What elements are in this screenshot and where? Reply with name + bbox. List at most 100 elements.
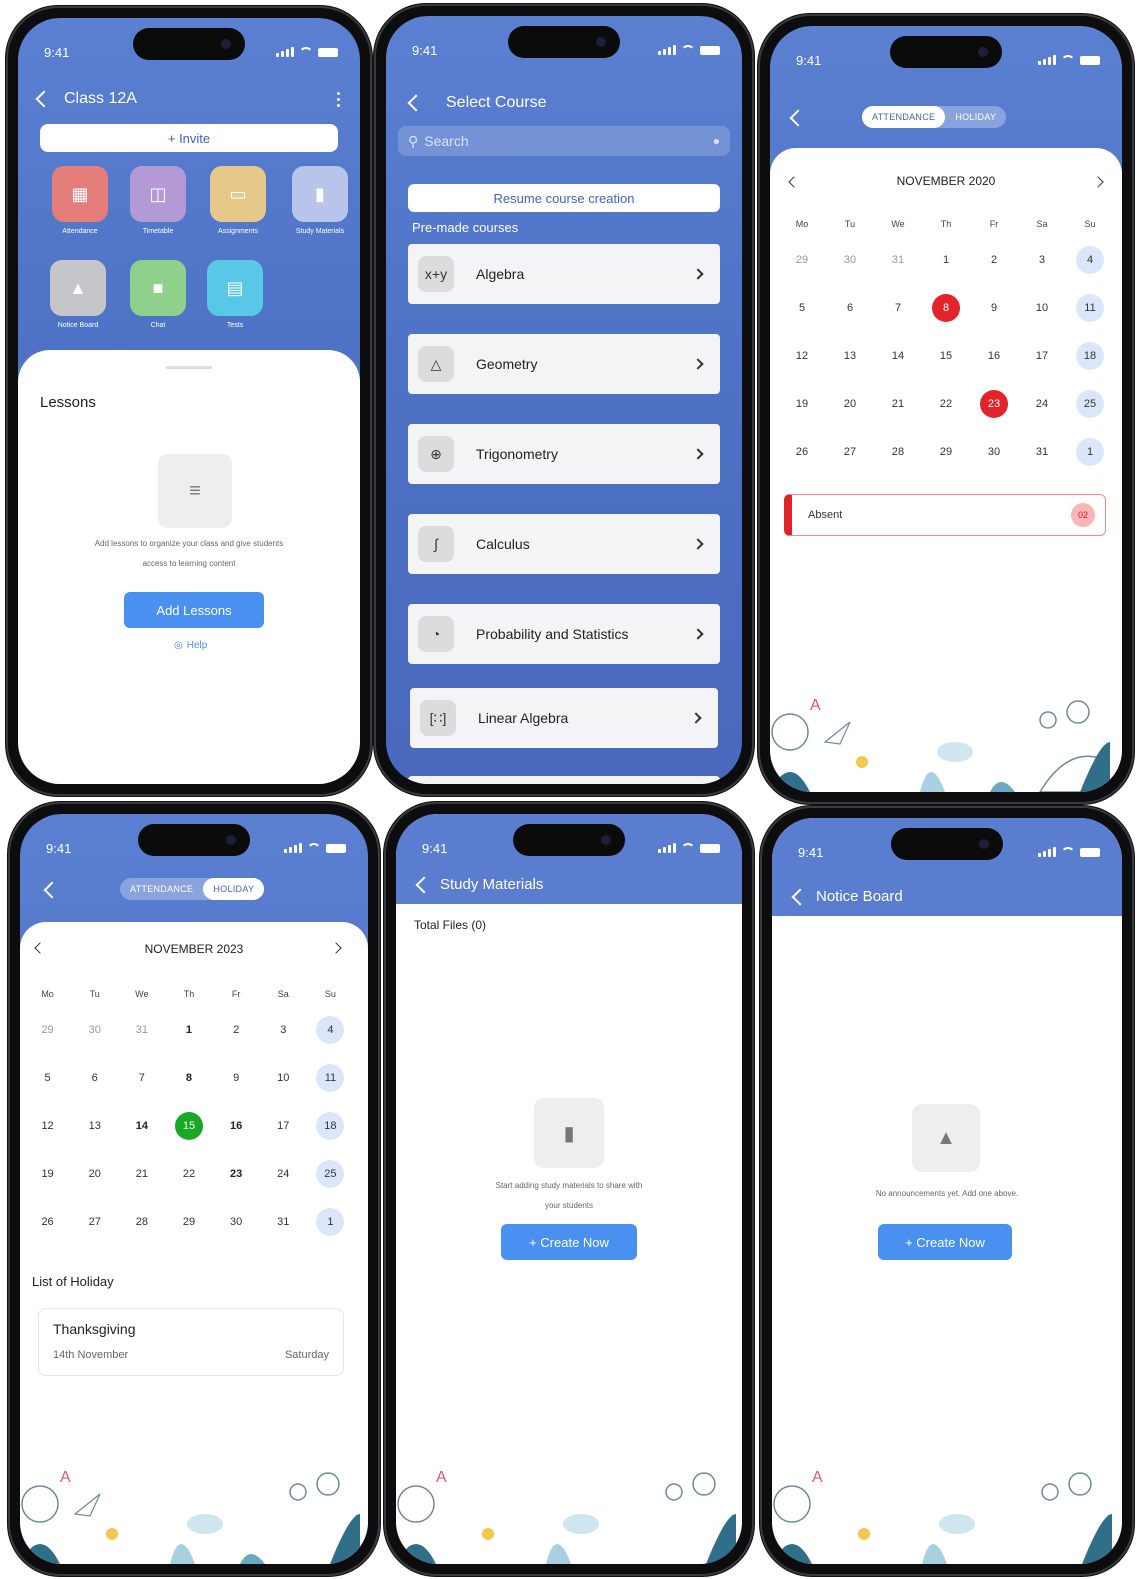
calendar-day-cell[interactable]: 2 xyxy=(970,236,1018,284)
tile-notice-board[interactable]: ▲ Notice Board xyxy=(38,260,118,329)
calendar-day-cell[interactable]: 13 xyxy=(71,1102,118,1150)
calendar-day-cell[interactable]: 29 xyxy=(778,236,826,284)
calendar-day-cell[interactable]: 8 xyxy=(922,284,970,332)
tile-timetable[interactable]: ◫ Timetable xyxy=(118,166,198,235)
tab-holiday[interactable]: HOLIDAY xyxy=(203,878,265,900)
holiday-card[interactable]: Thanksgiving 14th November Saturday xyxy=(38,1308,344,1376)
calendar-day-cell[interactable]: 29 xyxy=(922,428,970,476)
calendar-day-cell[interactable]: 31 xyxy=(260,1198,307,1246)
tab-holiday[interactable]: HOLIDAY xyxy=(945,106,1006,128)
tile-attendance[interactable]: ▦ Attendance xyxy=(40,166,120,235)
course-next-partial[interactable] xyxy=(408,776,720,784)
more-options-icon[interactable] xyxy=(337,91,340,107)
calendar-day-cell[interactable]: 11 xyxy=(307,1054,354,1102)
calendar-day-cell[interactable]: 28 xyxy=(874,428,922,476)
back-icon[interactable] xyxy=(407,94,425,112)
calendar-day-cell[interactable]: 12 xyxy=(24,1102,71,1150)
back-icon[interactable] xyxy=(35,90,53,108)
tile-study-materials[interactable]: ▮ Study Materials xyxy=(280,166,360,235)
calendar-day-cell[interactable]: 6 xyxy=(71,1054,118,1102)
calendar-day-cell[interactable]: 18 xyxy=(1066,332,1114,380)
create-now-button[interactable]: + Create Now xyxy=(501,1224,637,1260)
calendar-day-cell[interactable]: 6 xyxy=(826,284,874,332)
help-link[interactable]: ◎ Help xyxy=(174,640,207,651)
calendar-day-cell[interactable]: 31 xyxy=(118,1006,165,1054)
calendar-day-cell[interactable]: 7 xyxy=(118,1054,165,1102)
calendar-day-cell[interactable]: 17 xyxy=(1018,332,1066,380)
calendar-day-cell[interactable]: 24 xyxy=(260,1150,307,1198)
tile-tests[interactable]: ▤ Tests xyxy=(195,260,275,329)
tile-assignments[interactable]: ▭ Assignments xyxy=(198,166,278,235)
search-input[interactable]: ⚲ Search ● xyxy=(398,126,730,156)
calendar-day-cell[interactable]: 16 xyxy=(213,1102,260,1150)
course-algebra[interactable]: x+y Algebra xyxy=(408,244,720,304)
calendar-day-cell[interactable]: 13 xyxy=(826,332,874,380)
calendar-day-cell[interactable]: 21 xyxy=(118,1150,165,1198)
calendar-day-cell[interactable]: 3 xyxy=(260,1006,307,1054)
calendar-day-cell[interactable]: 19 xyxy=(24,1150,71,1198)
calendar-day-cell[interactable]: 29 xyxy=(24,1006,71,1054)
tab-attendance[interactable]: ATTENDANCE xyxy=(862,106,946,128)
course-calculus[interactable]: ∫ Calculus xyxy=(408,514,720,574)
calendar-day-cell[interactable]: 15 xyxy=(165,1102,212,1150)
calendar-day-cell[interactable]: 30 xyxy=(970,428,1018,476)
calendar-day-cell[interactable]: 4 xyxy=(307,1006,354,1054)
calendar-day-cell[interactable]: 20 xyxy=(826,380,874,428)
calendar-day-cell[interactable]: 22 xyxy=(922,380,970,428)
calendar-day-cell[interactable]: 23 xyxy=(213,1150,260,1198)
calendar-day-cell[interactable]: 26 xyxy=(24,1198,71,1246)
calendar-day-cell[interactable]: 9 xyxy=(970,284,1018,332)
calendar-day-cell[interactable]: 12 xyxy=(778,332,826,380)
course-trigonometry[interactable]: ⊕ Trigonometry xyxy=(408,424,720,484)
sheet-grabber[interactable] xyxy=(166,366,212,369)
calendar-day-cell[interactable]: 14 xyxy=(118,1102,165,1150)
calendar-day-cell[interactable]: 25 xyxy=(307,1150,354,1198)
calendar-day-cell[interactable]: 9 xyxy=(213,1054,260,1102)
calendar-day-cell[interactable]: 3 xyxy=(1018,236,1066,284)
calendar-day-cell[interactable]: 28 xyxy=(118,1198,165,1246)
calendar-day-cell[interactable]: 14 xyxy=(874,332,922,380)
calendar-day-cell[interactable]: 31 xyxy=(874,236,922,284)
calendar-day-cell[interactable]: 30 xyxy=(826,236,874,284)
back-icon[interactable] xyxy=(789,109,807,127)
calendar-day-cell[interactable]: 5 xyxy=(778,284,826,332)
calendar-day-cell[interactable]: 1 xyxy=(307,1198,354,1246)
calendar-day-cell[interactable]: 27 xyxy=(826,428,874,476)
calendar-day-cell[interactable]: 15 xyxy=(922,332,970,380)
tab-attendance[interactable]: ATTENDANCE xyxy=(120,878,203,900)
calendar-day-cell[interactable]: 10 xyxy=(260,1054,307,1102)
tile-chat[interactable]: ■ Chat xyxy=(118,260,198,329)
calendar-day-cell[interactable]: 21 xyxy=(874,380,922,428)
add-lessons-button[interactable]: Add Lessons xyxy=(124,592,264,628)
calendar-day-cell[interactable]: 26 xyxy=(778,428,826,476)
invite-button[interactable]: + Invite xyxy=(40,124,338,152)
back-icon[interactable] xyxy=(415,876,433,893)
mic-icon[interactable]: ● xyxy=(713,134,720,148)
calendar-day-cell[interactable]: 18 xyxy=(307,1102,354,1150)
course-probability-statistics[interactable]: ◔ Probability and Statistics xyxy=(408,604,720,664)
calendar-day-cell[interactable]: 10 xyxy=(1018,284,1066,332)
calendar-day-cell[interactable]: 8 xyxy=(165,1054,212,1102)
back-icon[interactable] xyxy=(791,888,809,905)
calendar-day-cell[interactable]: 5 xyxy=(24,1054,71,1102)
calendar-day-cell[interactable]: 29 xyxy=(165,1198,212,1246)
calendar-day-cell[interactable]: 11 xyxy=(1066,284,1114,332)
calendar-day-cell[interactable]: 1 xyxy=(165,1006,212,1054)
calendar-day-cell[interactable]: 16 xyxy=(970,332,1018,380)
back-icon[interactable] xyxy=(43,881,61,899)
course-linear-algebra[interactable]: [∷] Linear Algebra xyxy=(410,688,718,748)
calendar-day-cell[interactable]: 24 xyxy=(1018,380,1066,428)
calendar-day-cell[interactable]: 1 xyxy=(922,236,970,284)
calendar-day-cell[interactable]: 27 xyxy=(71,1198,118,1246)
calendar-day-cell[interactable]: 23 xyxy=(970,380,1018,428)
resume-course-button[interactable]: Resume course creation xyxy=(408,184,720,212)
calendar-day-cell[interactable]: 30 xyxy=(71,1006,118,1054)
calendar-day-cell[interactable]: 30 xyxy=(213,1198,260,1246)
calendar-day-cell[interactable]: 20 xyxy=(71,1150,118,1198)
calendar-day-cell[interactable]: 2 xyxy=(213,1006,260,1054)
calendar-day-cell[interactable]: 1 xyxy=(1066,428,1114,476)
calendar-day-cell[interactable]: 7 xyxy=(874,284,922,332)
calendar-day-cell[interactable]: 19 xyxy=(778,380,826,428)
absent-summary[interactable]: Absent 02 xyxy=(784,494,1106,536)
course-geometry[interactable]: △ Geometry xyxy=(408,334,720,394)
